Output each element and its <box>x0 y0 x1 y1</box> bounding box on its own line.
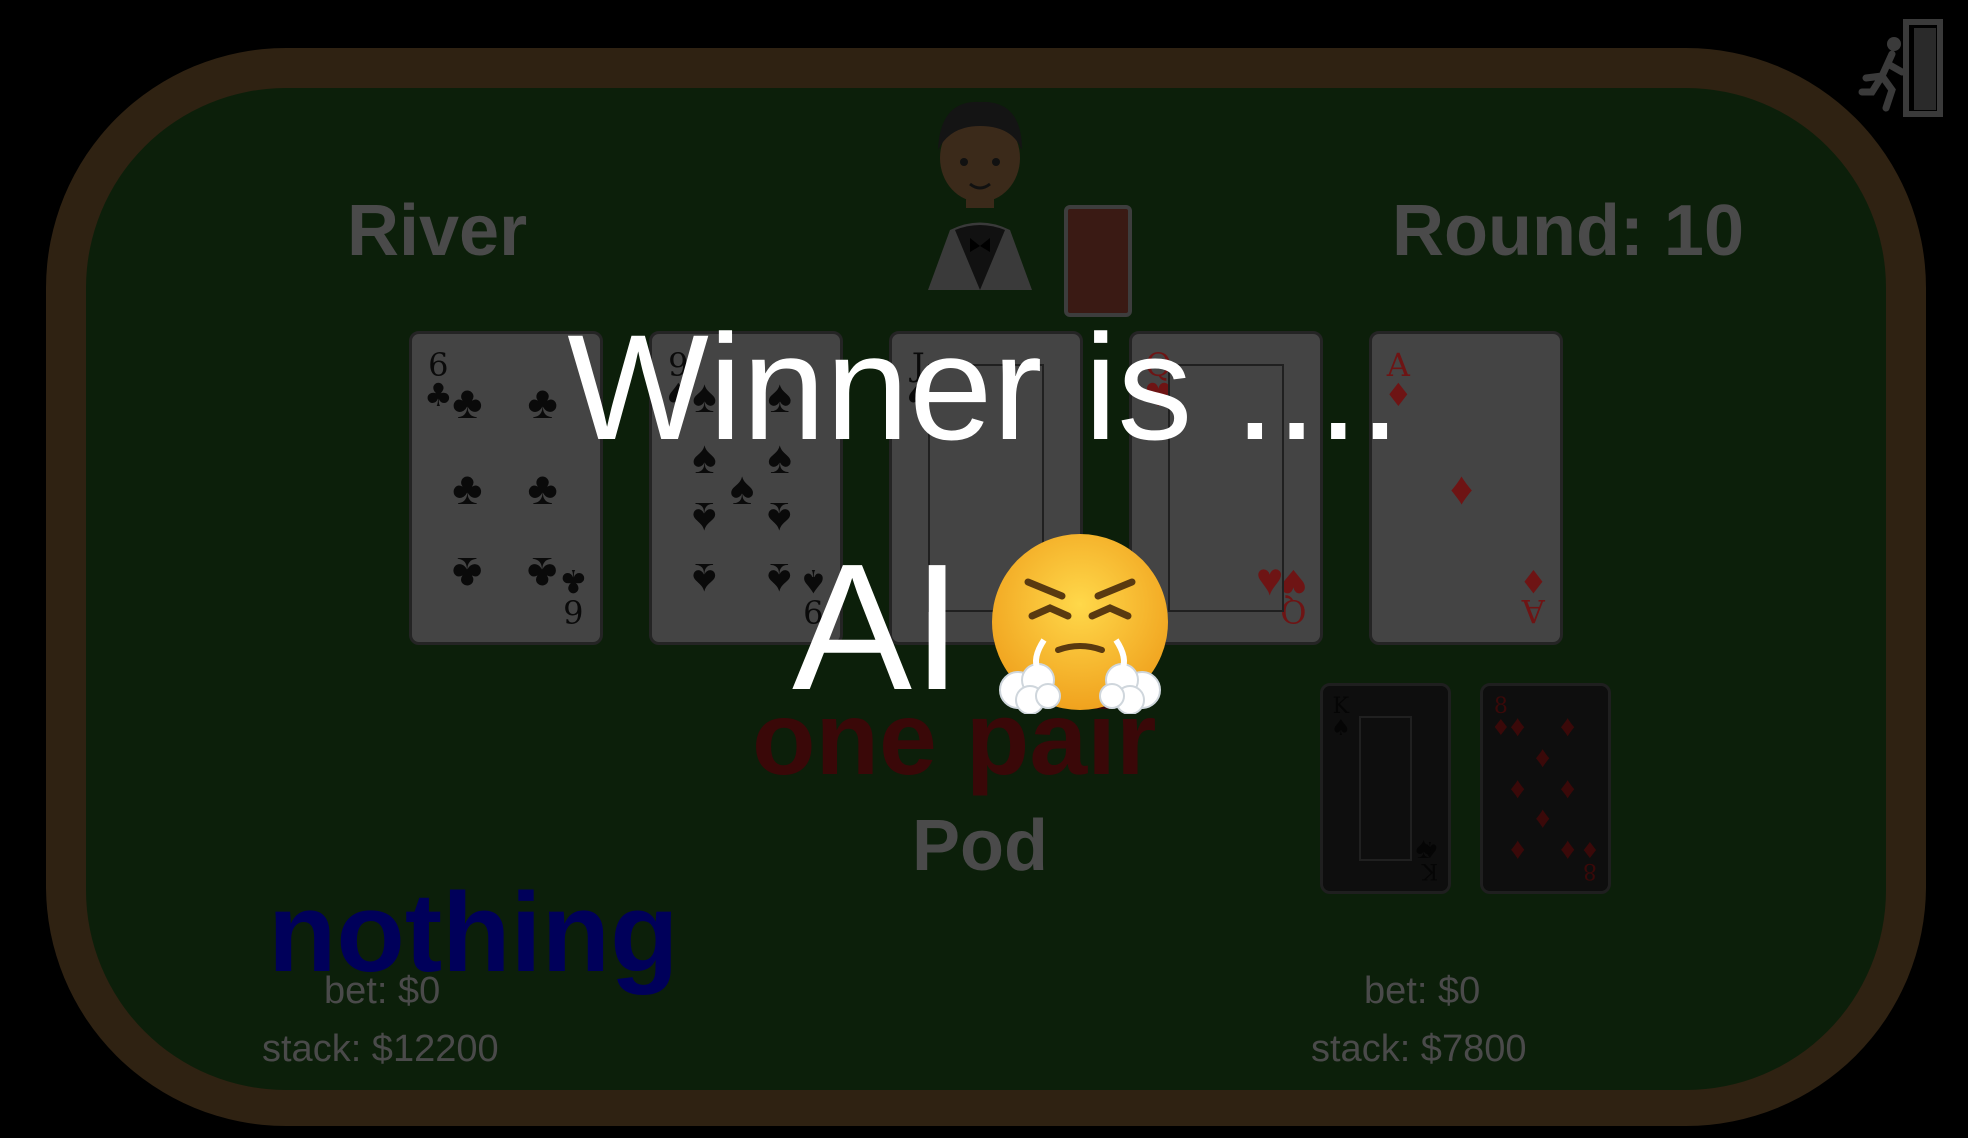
card-rank: 8 <box>1493 694 1508 719</box>
exit-door-icon[interactable] <box>1858 18 1946 118</box>
card-corner: 8 ♦ <box>1580 836 1600 883</box>
card-pip: ♦ <box>1560 771 1576 805</box>
dealer-deck-card <box>1064 205 1132 317</box>
player-bet: bet: $0 <box>324 970 441 1012</box>
card-suit: ♦ <box>1491 716 1511 741</box>
card-pip: ♦ <box>1510 834 1526 867</box>
card-pip: ♦ <box>1449 462 1474 514</box>
ai-hole-card: 8 ♦ 8 ♦ ♦ ♦ ♦ ♦ ♦ ♦ ♦ ♦ <box>1480 683 1611 894</box>
player-stack: stack: $12200 <box>262 1028 499 1070</box>
card-rank: 8 <box>1583 858 1598 883</box>
card-rank: A <box>1522 592 1546 630</box>
card-pip: ♠ <box>1415 831 1432 865</box>
card-rank: 6 <box>563 592 584 630</box>
card-pip: ♠ <box>767 492 792 545</box>
card-pip: ♥ <box>1256 552 1284 605</box>
card-pip: ♣ <box>527 548 558 601</box>
card-corner: A ♦ <box>1519 562 1548 630</box>
card-pip: ♣ <box>452 548 483 601</box>
face-with-steam-icon <box>992 534 1168 714</box>
ai-bet: bet: $0 <box>1364 970 1481 1012</box>
pod-label: Pod <box>912 806 1048 886</box>
card-corner: K ♠ <box>1331 696 1351 740</box>
card-rank: K <box>1332 694 1350 719</box>
card-suit: ♦ <box>1580 836 1600 861</box>
card-suit: ♣ <box>559 562 588 600</box>
card-corner: 8 ♦ <box>1491 696 1511 740</box>
card-suit: ♠ <box>1331 716 1351 741</box>
card-pip: ♣ <box>527 462 558 514</box>
card-pip: ♠ <box>767 554 792 607</box>
card-pip: ♣ <box>452 462 483 514</box>
card-pip: ♠ <box>692 492 717 545</box>
face-card-frame <box>1359 716 1412 861</box>
ai-hole-card: K ♠ K ♠ ♠ <box>1320 683 1451 894</box>
card-pip: ♠ <box>692 554 717 607</box>
card-pip: ♦ <box>1510 771 1526 805</box>
card-pip: ♠ <box>729 462 755 514</box>
winner-name: AI <box>792 527 963 728</box>
dealer-icon <box>928 101 1032 290</box>
card-pip: ♦ <box>1510 710 1526 743</box>
stage-label: River <box>347 191 528 271</box>
ai-stack: stack: $7800 <box>1311 1028 1527 1070</box>
round-label: Round: 10 <box>1392 191 1744 271</box>
card-corner: 6 ♣ <box>559 562 588 630</box>
card-pip: ♦ <box>1560 834 1576 867</box>
card-pip: ♦ <box>1535 740 1551 774</box>
card-pip: ♦ <box>1560 710 1576 743</box>
card-suit: ♦ <box>1519 562 1548 600</box>
winner-title: Winner is .... <box>567 303 1401 471</box>
card-pip: ♦ <box>1535 803 1551 837</box>
